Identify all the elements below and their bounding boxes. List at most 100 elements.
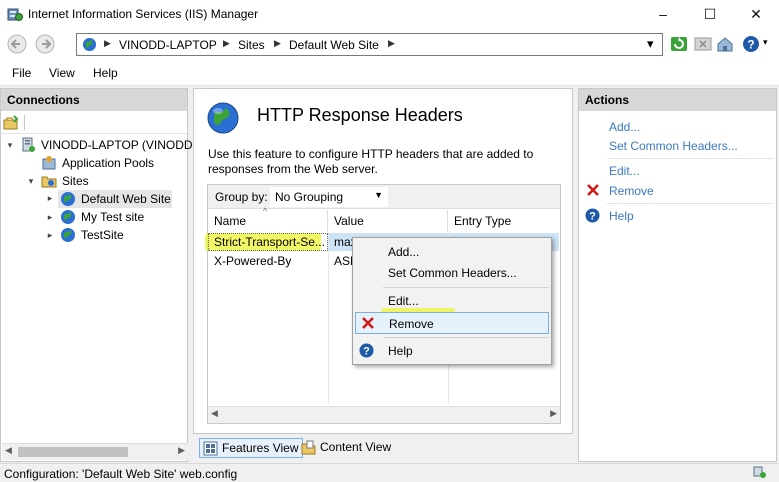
expand-toggle[interactable]: ▸ (45, 193, 55, 204)
menu-view[interactable]: View (49, 66, 75, 80)
action-edit[interactable]: Edit... (609, 164, 640, 178)
back-arrow-icon (7, 34, 27, 54)
menu-file[interactable]: File (12, 66, 31, 80)
home-icon[interactable] (716, 35, 734, 53)
scroll-left-icon[interactable]: ◀ (5, 445, 12, 456)
help-dropdown-arrow[interactable]: ▾ (763, 37, 768, 48)
breadcrumb-separator: ▶ (388, 38, 395, 48)
menu-separator (383, 287, 549, 288)
connections-toolbar (1, 112, 187, 134)
network-status-icon (753, 466, 766, 478)
grid-horizontal-scrollbar[interactable]: ◀ ▶ (208, 406, 560, 423)
tab-content-view[interactable]: Content View (298, 438, 395, 458)
tree-label: My Test site (81, 210, 145, 224)
globe-icon (207, 102, 239, 134)
globe-icon (61, 192, 75, 206)
action-set-common-headers[interactable]: Set Common Headers... (609, 139, 738, 153)
column-header-label: Name (214, 214, 247, 228)
navigation-bar: ▶ VINODD-LAPTOP ▶ Sites ▶ Default Web Si… (0, 30, 779, 60)
view-tabs: Features View Content View (193, 436, 573, 462)
help-icon: ? (359, 343, 374, 358)
maximize-button[interactable]: ☐ (687, 0, 733, 30)
tree-label: Application Pools (62, 156, 155, 170)
tree-node-default-web-site[interactable]: Default Web Site (58, 190, 172, 208)
remove-icon (587, 184, 599, 196)
menu-help[interactable]: Help (93, 66, 118, 80)
expand-toggle[interactable]: ▸ (45, 208, 55, 226)
help-icon[interactable]: ? (742, 35, 760, 53)
tree-node-application-pools[interactable]: Application Pools (1, 154, 187, 172)
expand-toggle[interactable]: ▾ (26, 172, 36, 190)
group-by-value: No Grouping (275, 190, 344, 204)
tree-node-my-test-site[interactable]: ▸ My Test site (1, 208, 187, 226)
status-text: Configuration: 'Default Web Site' web.co… (4, 467, 238, 481)
context-menu-remove[interactable]: Remove (355, 312, 549, 334)
column-header-label: Value (334, 214, 364, 228)
tree-node-server[interactable]: ▾ VINODD-LAPTOP (VINODD- (1, 136, 197, 154)
sites-folder-icon (41, 176, 57, 188)
column-divider (328, 232, 329, 404)
menu-separator (383, 337, 549, 338)
scroll-thumb[interactable] (18, 447, 128, 457)
breadcrumb-sites[interactable]: Sites (238, 38, 265, 52)
forward-button[interactable] (32, 33, 58, 57)
chevron-down-icon: ▼ (374, 190, 383, 200)
status-bar: Configuration: 'Default Web Site' web.co… (0, 463, 779, 482)
cell-name: X-Powered-By (214, 254, 292, 268)
context-menu-help[interactable]: ? Help (355, 340, 549, 362)
tree-label: TestSite (81, 228, 124, 242)
cell-name: Strict-Transport-Se... (214, 235, 325, 249)
actions-header: Actions (579, 89, 776, 111)
action-help[interactable]: Help (609, 209, 634, 223)
menu-item-label: Add... (388, 245, 420, 259)
svg-text:?: ? (589, 211, 596, 223)
refresh-icon[interactable] (670, 35, 688, 53)
group-by-select[interactable]: No Grouping ▼ (270, 187, 388, 207)
address-dropdown-arrow[interactable]: ▾ (647, 36, 654, 52)
tree-node-testsite[interactable]: ▸ TestSite (1, 226, 187, 244)
features-view-icon (203, 441, 218, 456)
column-header-name[interactable]: Name ^ (208, 206, 328, 232)
context-menu-add[interactable]: Add... (355, 241, 549, 263)
tab-features-view[interactable]: Features View (199, 438, 304, 458)
connect-icon[interactable] (3, 115, 19, 131)
expand-toggle[interactable]: ▸ (45, 226, 55, 244)
tree-label: VINODD-LAPTOP (VINODD- (41, 138, 197, 152)
scroll-right-icon[interactable]: ▶ (178, 445, 185, 456)
action-remove[interactable]: Remove (609, 184, 654, 198)
scroll-right-icon[interactable]: ▶ (550, 408, 557, 419)
breadcrumb-server[interactable]: VINODD-LAPTOP (119, 38, 217, 52)
content-view-icon (301, 440, 316, 455)
globe-icon (61, 210, 75, 224)
action-add[interactable]: Add... (609, 120, 640, 134)
back-button[interactable] (4, 33, 30, 57)
close-button[interactable]: ✕ (733, 0, 779, 30)
app-pools-icon (42, 156, 56, 170)
globe-icon (61, 228, 75, 242)
address-box[interactable]: ▶ VINODD-LAPTOP ▶ Sites ▶ Default Web Si… (76, 33, 663, 56)
group-by-label: Group by: (215, 190, 268, 204)
globe-icon (82, 37, 97, 52)
tree-label: Default Web Site (81, 192, 171, 206)
tree-label: Sites (62, 174, 89, 188)
help-icon: ? (585, 208, 600, 223)
breadcrumb-default-web-site[interactable]: Default Web Site (289, 38, 379, 52)
actions-panel: Actions Add... Set Common Headers... Edi… (578, 88, 777, 462)
context-menu: Add... Set Common Headers... Edit... Rem… (352, 237, 552, 365)
minimize-button[interactable]: – (640, 0, 686, 30)
connections-panel: Connections ▾ VINODD-LAPTOP (VINODD- App… (0, 88, 197, 462)
column-header-label: Entry Type (454, 214, 512, 228)
context-menu-set-common-headers[interactable]: Set Common Headers... (355, 262, 549, 284)
column-header-value[interactable]: Value (328, 210, 448, 232)
svg-text:?: ? (363, 346, 370, 358)
breadcrumb-separator: ▶ (104, 38, 111, 48)
action-separator (607, 158, 773, 159)
column-header-entry-type[interactable]: Entry Type (448, 210, 560, 232)
stop-icon[interactable] (694, 35, 712, 53)
scroll-left-icon[interactable]: ◀ (211, 408, 218, 419)
server-icon (22, 137, 35, 152)
expand-toggle[interactable]: ▾ (5, 136, 15, 154)
tree-node-sites[interactable]: ▾ Sites (1, 172, 187, 190)
menu-item-label: Edit... (388, 294, 419, 308)
horizontal-scrollbar[interactable]: ◀ ▶ (2, 443, 188, 460)
